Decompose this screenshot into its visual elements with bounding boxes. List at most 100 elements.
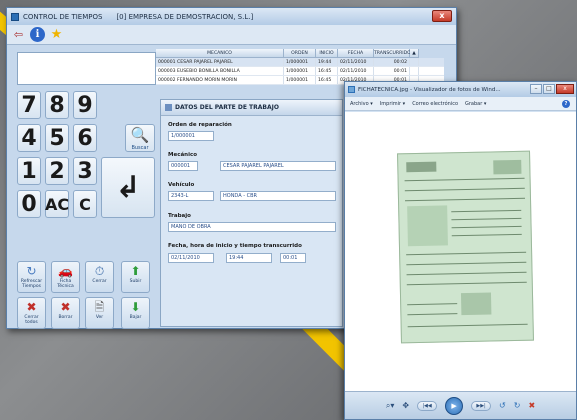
order-label: Orden de reparación xyxy=(168,122,232,128)
previous-button[interactable]: |◀◀ xyxy=(417,400,438,411)
rotate-right-icon[interactable]: ↻ xyxy=(514,401,521,410)
search-button[interactable]: 🔍 Buscar xyxy=(125,124,155,152)
column-header-mechanic[interactable]: MECANICO xyxy=(156,49,284,58)
maximize-button[interactable]: □ xyxy=(543,84,555,94)
close-all-button[interactable]: ✖ Cerrar todos xyxy=(17,297,46,329)
order-field[interactable]: 1/000001 xyxy=(168,131,214,141)
refresh-icon: ↻ xyxy=(26,264,37,278)
car-icon: 🚗 xyxy=(58,264,73,278)
time-field[interactable]: 19:44 xyxy=(226,253,272,263)
mechanic-group: Mecánico 000001 CESAR PAJAREL PAJAREL xyxy=(168,152,338,171)
image-canvas xyxy=(345,112,576,392)
delete-icon[interactable]: ✖ xyxy=(528,401,535,410)
action-label: Refrescar Tiempos xyxy=(20,279,43,289)
arrow-up-icon: ⬆ xyxy=(130,264,141,278)
photo-viewer-window: FICHATECNICA.jpg - Visualizador de fotos… xyxy=(344,81,577,420)
keypad-display[interactable] xyxy=(17,52,156,85)
action-label: Cerrar xyxy=(92,279,107,284)
scrollbar-track[interactable] xyxy=(410,67,419,75)
star-icon[interactable]: ★ xyxy=(49,27,64,42)
menu-print[interactable]: Imprimir ▾ xyxy=(380,101,405,107)
key-3[interactable]: 3 xyxy=(73,157,97,185)
table-row[interactable]: 000003 EUSEBIO BONILLA BONILLA 1/000001 … xyxy=(156,67,444,76)
technical-sheet-image xyxy=(397,150,534,344)
work-field[interactable]: MANO DE OBRA xyxy=(168,222,336,232)
cell-mechanic: 000001 CESAR PAJAREL PAJAREL xyxy=(156,58,284,66)
enter-icon: ↲ xyxy=(115,170,141,205)
key-6[interactable]: 6 xyxy=(73,124,97,152)
vehicle-plate-field[interactable]: 2343-L xyxy=(168,191,214,201)
date-field[interactable]: 02/11/2010 xyxy=(168,253,214,263)
clear-button[interactable]: C xyxy=(73,190,97,218)
close-button[interactable]: x xyxy=(556,84,574,94)
view-button[interactable]: 🗎 Ver xyxy=(85,297,114,329)
viewer-controls-bar: ⌕▾ ✥ |◀◀ ▶ ▶▶| ↺ ↻ ✖ xyxy=(345,391,576,419)
scroll-up-arrow[interactable]: ▲ xyxy=(410,49,419,58)
rotate-left-icon[interactable]: ↺ xyxy=(499,401,506,410)
cell-mechanic: 000003 EUSEBIO BONILLA BONILLA xyxy=(156,67,284,75)
actual-size-icon[interactable]: ✥ xyxy=(402,401,409,410)
cell-date: 02/11/2010 xyxy=(338,58,374,66)
minimize-button[interactable]: – xyxy=(530,84,542,94)
toolbar: ⇦ i ★ xyxy=(7,25,456,45)
action-label: Subir xyxy=(129,279,142,284)
cell-elapsed: 00:01 xyxy=(374,67,410,75)
key-5[interactable]: 5 xyxy=(45,124,69,152)
search-label: Buscar xyxy=(131,144,149,151)
mechanic-label: Mecánico xyxy=(168,152,198,158)
close-button[interactable]: x xyxy=(432,10,452,22)
mechanic-code-field[interactable]: 000001 xyxy=(168,161,198,171)
column-header-start[interactable]: INICIO xyxy=(316,49,338,58)
vehicle-model-field[interactable]: HONDA - CBR xyxy=(220,191,336,201)
slideshow-button[interactable]: ▶ xyxy=(445,396,464,415)
menu-burn[interactable]: Grabar ▾ xyxy=(465,101,486,107)
key-2[interactable]: 2 xyxy=(45,157,69,185)
menu-email[interactable]: Correo electrónico xyxy=(412,101,458,107)
window-controls: – □ x xyxy=(530,84,574,94)
close-button[interactable]: ⏱ Cerrar xyxy=(85,261,114,293)
action-label: Ficha Técnica xyxy=(57,279,74,289)
table-row[interactable]: 000001 CESAR PAJAREL PAJAREL 1/000001 19… xyxy=(156,58,444,67)
help-icon[interactable]: ? xyxy=(562,99,570,108)
info-icon[interactable]: i xyxy=(30,27,45,42)
key-4[interactable]: 4 xyxy=(17,124,41,152)
key-0[interactable]: 0 xyxy=(17,190,41,218)
delete-button[interactable]: ✖ Borrar xyxy=(51,297,80,329)
cell-mechanic: 000002 FERNANDO MORIN MORIN xyxy=(156,76,284,84)
document-icon xyxy=(165,104,172,111)
action-label: Bajar xyxy=(129,315,142,320)
mechanic-name-field[interactable]: CESAR PAJAREL PAJAREL xyxy=(220,161,336,171)
datetime-group: Fecha, hora de inicio y tiempo transcurr… xyxy=(168,243,338,263)
clear-all-button[interactable]: AC xyxy=(45,190,69,218)
arrow-down-icon: ⬇ xyxy=(130,300,141,314)
datetime-label: Fecha, hora de inicio y tiempo transcurr… xyxy=(168,243,302,249)
exit-door-icon[interactable]: ⇦ xyxy=(11,27,26,42)
delete-icon: ✖ xyxy=(60,300,71,314)
column-header-date[interactable]: FECHA xyxy=(338,49,374,58)
next-button[interactable]: ▶▶| xyxy=(471,400,492,411)
key-9[interactable]: 9 xyxy=(73,91,97,119)
document-icon: 🗎 xyxy=(94,300,105,314)
key-1[interactable]: 1 xyxy=(17,157,41,185)
order-group: Orden de reparación 1/000001 xyxy=(168,122,338,141)
search-icon: 🔍 xyxy=(130,125,150,144)
key-7[interactable]: 7 xyxy=(17,91,41,119)
elapsed-field[interactable]: 00:01 xyxy=(280,253,306,263)
column-header-order[interactable]: ORDEN xyxy=(284,49,316,58)
scrollbar-track[interactable] xyxy=(410,58,419,66)
technical-sheet-button[interactable]: 🚗 Ficha Técnica xyxy=(51,261,80,293)
key-8[interactable]: 8 xyxy=(45,91,69,119)
action-label: Ver xyxy=(95,315,104,320)
cell-start: 16:45 xyxy=(316,67,338,75)
column-header-elapsed[interactable]: TRANSCURRIDO xyxy=(374,49,411,58)
move-down-button[interactable]: ⬇ Bajar xyxy=(121,297,150,329)
menu-file[interactable]: Archivo ▾ xyxy=(350,101,373,107)
move-up-button[interactable]: ⬆ Subir xyxy=(121,261,150,293)
work-part-panel: DATOS DEL PARTE DE TRABAJO Orden de repa… xyxy=(160,99,343,327)
window-title: CONTROL DE TIEMPOS xyxy=(23,12,103,21)
zoom-icon[interactable]: ⌕▾ xyxy=(386,401,395,411)
panel-title: DATOS DEL PARTE DE TRABAJO xyxy=(175,104,279,111)
viewer-menu-bar: Archivo ▾ Imprimir ▾ Correo electrónico … xyxy=(345,97,576,111)
refresh-times-button[interactable]: ↻ Refrescar Tiempos xyxy=(17,261,46,293)
enter-button[interactable]: ↲ xyxy=(101,157,155,218)
